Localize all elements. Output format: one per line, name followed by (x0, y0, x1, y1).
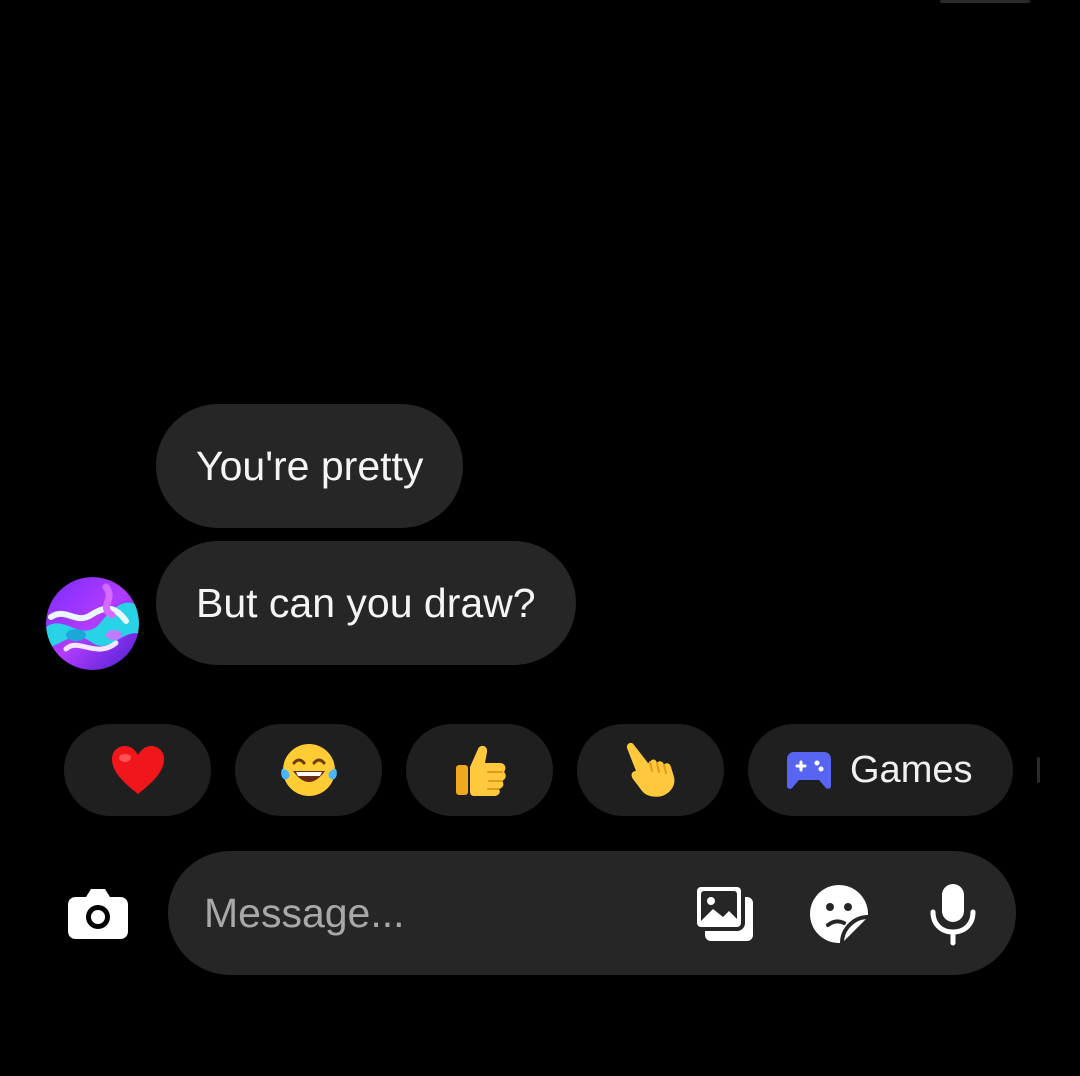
microphone-icon (930, 884, 976, 946)
quick-reaction-thumbs-up[interactable] (406, 724, 553, 816)
quick-reaction-pointing-hand[interactable] (577, 724, 724, 816)
quick-reaction-heart[interactable] (64, 724, 211, 816)
gallery-button[interactable] (692, 881, 758, 947)
sticker-button[interactable] (806, 881, 872, 947)
games-button[interactable]: Games (748, 724, 1013, 816)
games-label: Games (850, 748, 973, 791)
quick-reaction-laugh[interactable] (235, 724, 382, 816)
message-input-placeholder[interactable]: Message... (204, 851, 405, 975)
message-composer[interactable]: Message... (168, 851, 1016, 975)
pointing-hand-emoji-icon (626, 742, 674, 797)
top-bar-indicator (940, 0, 1030, 3)
thumbs-up-emoji-icon (455, 745, 506, 796)
camera-button[interactable] (62, 880, 134, 946)
message-bubble[interactable]: You're pretty (156, 404, 464, 528)
gamepad-icon (787, 752, 831, 789)
message-text: You're pretty (196, 442, 424, 489)
message-bubble[interactable]: But can you draw? (156, 541, 576, 665)
next-chip-edge (1037, 757, 1040, 783)
gallery-icon (693, 883, 753, 941)
message-text: But can you draw? (196, 579, 536, 626)
marbled-gradient-avatar-icon (46, 577, 139, 670)
camera-icon (68, 889, 128, 939)
tears-of-joy-emoji-icon (280, 744, 337, 796)
chat-screen: You're pretty But can you draw? Games Me… (0, 0, 1080, 1076)
microphone-button[interactable] (920, 881, 986, 947)
red-heart-emoji-icon (111, 746, 164, 794)
sender-avatar[interactable] (46, 577, 139, 670)
sticker-icon (810, 885, 869, 944)
